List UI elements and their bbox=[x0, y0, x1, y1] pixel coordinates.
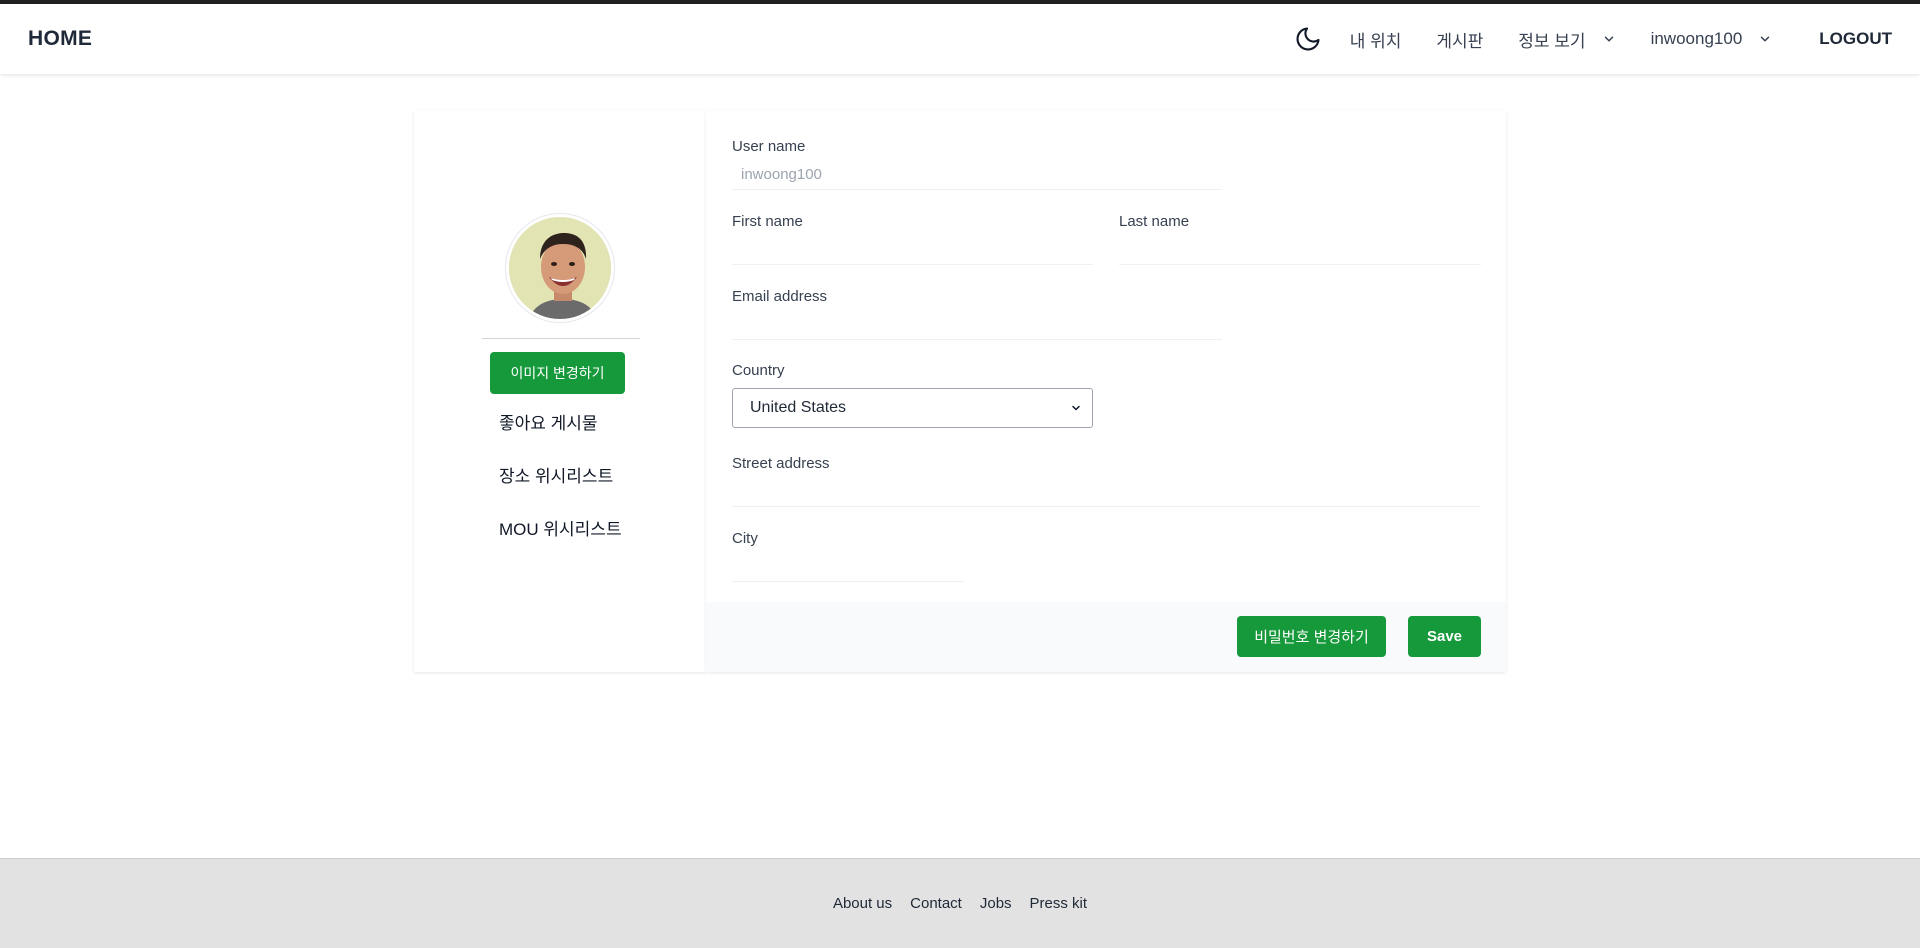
email-field[interactable] bbox=[732, 310, 1222, 340]
city-label: City bbox=[732, 530, 758, 547]
street-label: Street address bbox=[732, 455, 830, 472]
footer-link-contact[interactable]: Contact bbox=[910, 895, 962, 912]
sidebar-item-liked-posts[interactable]: 좋아요 게시물 bbox=[499, 409, 598, 434]
nav-right: 내 위치 게시판 정보 보기 inwoong100 LOGOUT bbox=[1292, 4, 1892, 74]
last-name-field[interactable] bbox=[1119, 235, 1481, 265]
last-name-label: Last name bbox=[1119, 213, 1190, 230]
nav-info-dropdown[interactable]: 정보 보기 bbox=[1518, 27, 1615, 52]
moon-icon[interactable] bbox=[1292, 23, 1324, 55]
username-field[interactable] bbox=[732, 160, 1222, 190]
email-label: Email address bbox=[732, 288, 828, 305]
change-password-button[interactable]: 비밀번호 변경하기 bbox=[1237, 616, 1386, 657]
nav-username: inwoong100 bbox=[1650, 29, 1743, 48]
city-field[interactable] bbox=[732, 552, 964, 582]
chevron-down-icon bbox=[1070, 402, 1082, 414]
sidebar-item-mou-wishlist[interactable]: MOU 위시리스트 bbox=[499, 515, 622, 540]
first-name-field[interactable] bbox=[732, 235, 1093, 265]
chevron-down-icon bbox=[1758, 32, 1772, 46]
profile-form: User name First name Last name Email add… bbox=[706, 110, 1506, 672]
footer-link-about[interactable]: About us bbox=[833, 895, 892, 912]
logout-button[interactable]: LOGOUT bbox=[1819, 29, 1892, 49]
nav-board[interactable]: 게시판 bbox=[1436, 27, 1483, 52]
save-button[interactable]: Save bbox=[1408, 616, 1481, 657]
sidebar-item-place-wishlist[interactable]: 장소 위시리스트 bbox=[499, 462, 613, 487]
sidebar-divider bbox=[482, 338, 640, 339]
profile-sidebar: 이미지 변경하기 좋아요 게시물 장소 위시리스트 MOU 위시리스트 bbox=[414, 110, 706, 672]
footer-link-jobs[interactable]: Jobs bbox=[980, 895, 1012, 912]
country-select[interactable]: United States bbox=[732, 388, 1093, 428]
footer-link-press-kit[interactable]: Press kit bbox=[1030, 895, 1088, 912]
nav-info-label: 정보 보기 bbox=[1518, 31, 1586, 51]
form-actions: 비밀번호 변경하기 Save bbox=[706, 602, 1506, 672]
change-image-button[interactable]: 이미지 변경하기 bbox=[490, 352, 625, 394]
profile-card: 이미지 변경하기 좋아요 게시물 장소 위시리스트 MOU 위시리스트 User… bbox=[414, 110, 1506, 672]
home-link[interactable]: HOME bbox=[28, 27, 92, 51]
nav-my-location[interactable]: 내 위치 bbox=[1350, 27, 1402, 52]
navbar: HOME 내 위치 게시판 정보 보기 inwoong100 LOGOUT bbox=[0, 4, 1920, 74]
page-footer: About us Contact Jobs Press kit bbox=[0, 858, 1920, 948]
nav-user-dropdown[interactable]: inwoong100 bbox=[1651, 29, 1773, 49]
country-selected-value: United States bbox=[750, 399, 847, 416]
chevron-down-icon bbox=[1602, 32, 1616, 46]
username-label: User name bbox=[732, 138, 806, 155]
country-label: Country bbox=[732, 362, 785, 379]
user-avatar bbox=[506, 214, 614, 322]
street-address-field[interactable] bbox=[732, 477, 1481, 507]
first-name-label: First name bbox=[732, 213, 803, 230]
